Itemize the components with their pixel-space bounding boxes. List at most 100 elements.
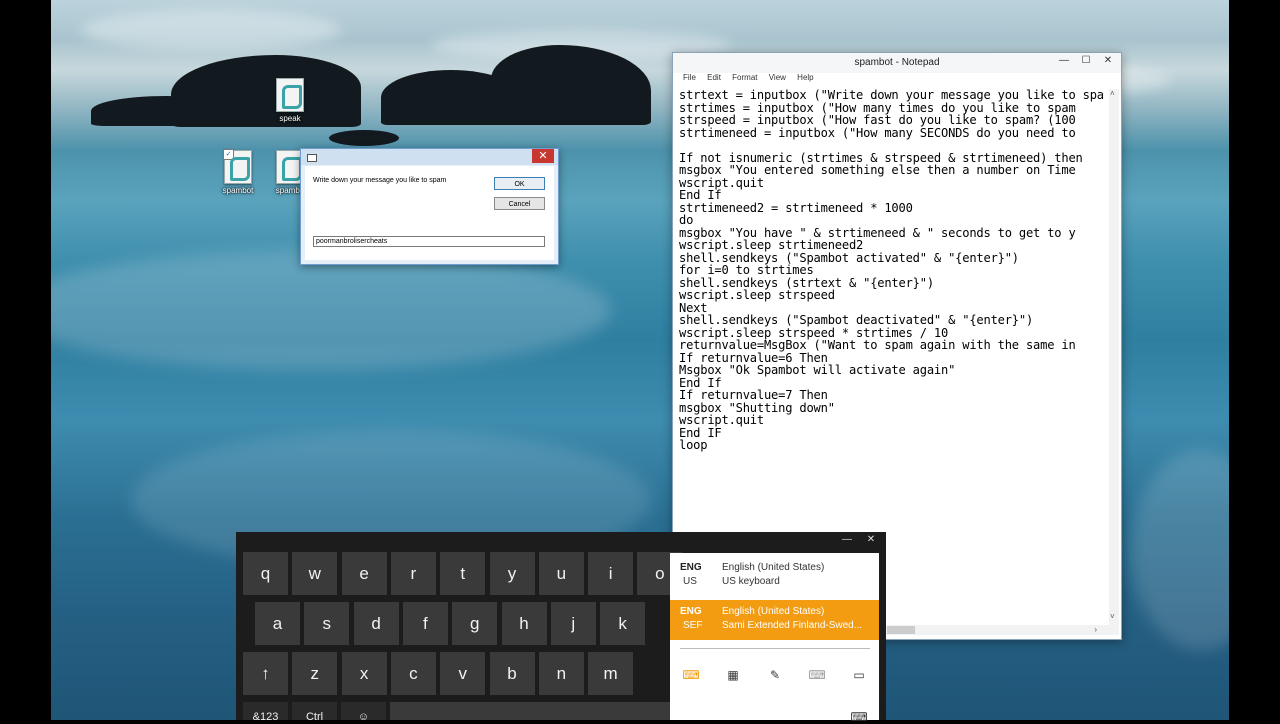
language-option-sef[interactable]: ENG SEF English (United States) Sami Ext…	[670, 600, 879, 640]
water	[51, 250, 611, 370]
dock-icon[interactable]: ▭	[848, 668, 870, 682]
keyboard-close-button[interactable]: ✕	[864, 534, 878, 546]
notepad-titlebar[interactable]: spambot - Notepad — ☐ ✕	[673, 53, 1121, 73]
dialog-prompt: Write down your message you like to spam	[313, 177, 447, 184]
language-code: ENG	[680, 562, 702, 573]
message-input[interactable]	[313, 236, 545, 247]
key-s[interactable]: s	[304, 602, 350, 645]
close-button[interactable]: ✕	[1097, 54, 1119, 68]
code-line: shell.sendkeys ("Spambot deactivated" & …	[679, 313, 1034, 327]
key-c[interactable]: c	[390, 652, 436, 695]
language-name: English (United States)	[722, 606, 825, 617]
key-row4-0[interactable]: &123	[243, 702, 288, 720]
key-f[interactable]: f	[402, 602, 448, 645]
dialog-close-button[interactable]: ✕	[532, 149, 554, 163]
code-line: strtimeneed = inputbox ("How many SECOND…	[679, 125, 1076, 140]
ok-button[interactable]: OK	[494, 177, 545, 190]
key-m[interactable]: m	[588, 652, 634, 695]
code-line: strtimeneed2 = strtimeneed * 1000	[679, 200, 913, 215]
key-w[interactable]: w	[292, 552, 338, 595]
language-menu: ENG US English (United States) US keyboa…	[670, 553, 879, 700]
code-line: wscript.sleep strtimeneed2	[679, 238, 864, 252]
window-icon	[307, 154, 317, 162]
key-a[interactable]: a	[255, 602, 300, 645]
scrollbar-thumb[interactable]	[887, 626, 915, 634]
scroll-down-icon[interactable]: ˅	[1110, 612, 1115, 621]
code-line: strspeed = inputbox ("How fast do you li…	[679, 113, 1076, 127]
cloud	[81, 10, 341, 50]
key-↑[interactable]: ↑	[243, 652, 288, 695]
key-n[interactable]: n	[538, 652, 584, 695]
key-row4-2[interactable]: ☺	[341, 702, 386, 720]
language-name: English (United States)	[722, 562, 825, 573]
dialog-titlebar[interactable]: ✕	[301, 149, 558, 165]
code-line: If returnvalue=7 Then	[679, 388, 828, 402]
key-y[interactable]: y	[489, 552, 535, 595]
key-h[interactable]: h	[501, 602, 547, 645]
script-file-icon	[276, 78, 304, 112]
key-d[interactable]: d	[353, 602, 399, 645]
desktop-icon-label: spambot	[222, 186, 254, 195]
code-line: wscript.sleep strspeed	[679, 288, 835, 302]
code-line: for i=0 to strtimes	[679, 263, 814, 277]
code-line: msgbox "You entered something else then …	[679, 163, 1076, 177]
checkbox-icon[interactable]: ✓	[223, 149, 234, 160]
divider	[680, 648, 870, 649]
key-g[interactable]: g	[452, 602, 498, 645]
menu-bar: File Edit Format View Help	[673, 73, 1121, 86]
minimize-button[interactable]: —	[1053, 54, 1075, 68]
key-v[interactable]: v	[440, 652, 486, 695]
desktop-icon-spambot[interactable]: ✓ spambot	[210, 149, 266, 195]
menu-view[interactable]: View	[769, 73, 786, 82]
desktop-icon-speak[interactable]: speak	[262, 78, 318, 123]
key-x[interactable]: x	[341, 652, 387, 695]
code-line: End IF	[679, 425, 722, 440]
code-line: strtext = inputbox ("Write down your mes…	[679, 89, 1104, 102]
menu-format[interactable]: Format	[732, 73, 757, 82]
language-code: ENG	[680, 606, 702, 617]
key-u[interactable]: u	[538, 552, 584, 595]
maximize-button[interactable]: ☐	[1075, 54, 1097, 68]
key-z[interactable]: z	[292, 652, 338, 695]
language-subcode: SEF	[683, 620, 703, 631]
keyboard-settings-icon[interactable]: ⌨	[848, 710, 870, 724]
menu-file[interactable]: File	[683, 73, 696, 82]
keyboard-layout: Sami Extended Finland-Swed...	[722, 620, 863, 631]
menu-help[interactable]: Help	[797, 73, 813, 82]
code-line: Msgbox "Ok Spambot will activate again"	[679, 363, 956, 377]
desktop-icon-label: speak	[279, 114, 301, 123]
key-j[interactable]: j	[550, 602, 596, 645]
keyboard-minimize-button[interactable]: —	[840, 534, 854, 546]
script-file-icon: ✓	[223, 149, 252, 184]
keyboard-layout: US keyboard	[722, 576, 780, 587]
handwriting-icon[interactable]: ✎	[764, 668, 786, 682]
code-line: wscript.quit	[679, 175, 764, 190]
code-line: returnvalue=MsgBox ("Want to spam again …	[679, 338, 1076, 352]
key-t[interactable]: t	[440, 552, 486, 595]
split-keyboard-icon[interactable]: ▦	[722, 668, 744, 682]
full-keyboard-icon[interactable]: ⌨	[806, 668, 828, 682]
input-dialog: ✕ Write down your message you like to sp…	[300, 148, 559, 265]
cancel-button[interactable]: Cancel	[494, 197, 545, 210]
keyboard-titlebar: — ✕	[236, 532, 886, 548]
key-r[interactable]: r	[390, 552, 436, 595]
key-k[interactable]: k	[600, 602, 646, 645]
water	[1131, 450, 1229, 650]
key-row4-1[interactable]: Ctrl	[292, 702, 337, 720]
key-b[interactable]: b	[489, 652, 535, 695]
language-subcode: US	[683, 576, 697, 587]
menu-edit[interactable]: Edit	[707, 73, 721, 82]
code-line: do	[679, 213, 694, 227]
key-i[interactable]: i	[588, 552, 634, 595]
standard-keyboard-icon[interactable]: ⌨	[680, 668, 702, 682]
scroll-up-icon[interactable]: ˄	[1110, 89, 1115, 98]
space-key[interactable]	[390, 702, 670, 720]
language-option-us[interactable]: ENG US English (United States) US keyboa…	[670, 558, 879, 594]
code-line: loop	[679, 438, 708, 452]
key-q[interactable]: q	[243, 552, 288, 595]
key-e[interactable]: e	[341, 552, 387, 595]
code-line: End If	[679, 188, 722, 202]
vertical-scrollbar[interactable]: ˄ ˅	[1109, 89, 1119, 635]
scroll-right-icon[interactable]: ›	[1094, 625, 1097, 634]
